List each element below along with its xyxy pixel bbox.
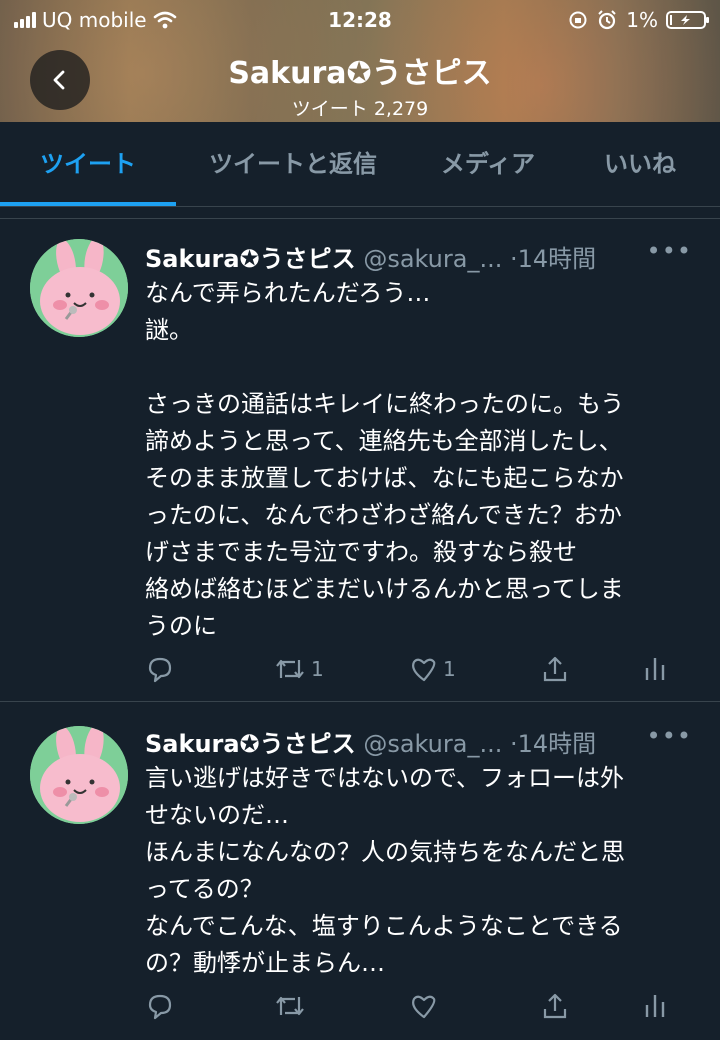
tab-likes[interactable]: いいね	[580, 122, 700, 206]
handle[interactable]: @sakura_...	[363, 730, 502, 758]
status-bar: UQ mobile 12:28 1%	[0, 6, 720, 36]
profile-header: UQ mobile 12:28 1% Sakura✪うさピス ツイート 2,27…	[0, 0, 720, 122]
timestamp[interactable]: ·14時間	[510, 245, 596, 273]
reply-button[interactable]	[145, 649, 179, 689]
profile-title: Sakura✪うさピス ツイート 2,279	[0, 48, 720, 121]
tweet-text: なんで弄られたんだろう… 謎。 さっきの通話はキレイに終わったのに。もう 諦めよ…	[145, 279, 625, 640]
tweet-text: 言い逃げは好きではないので、フォローは外 せないのだ… ほんまになんなの？人の気…	[145, 764, 625, 977]
like-button[interactable]	[409, 986, 443, 1026]
analytics-button[interactable]	[643, 986, 667, 1026]
retweet-button[interactable]	[273, 986, 311, 1026]
reply-icon	[148, 657, 172, 683]
tweet-header: Sakura✪うさピス @sakura_... ·14時間	[145, 239, 690, 274]
tweet-count: ツイート 2,279	[291, 98, 429, 120]
reply-icon	[148, 994, 172, 1020]
analytics-icon	[645, 995, 665, 1017]
share-icon	[543, 656, 567, 682]
tweet[interactable]: Sakura✪うさピス @sakura_... ·14時間 ••• なんで弄られ…	[0, 219, 720, 701]
more-icon[interactable]: •••	[647, 237, 692, 265]
share-icon	[543, 993, 567, 1019]
status-right: 1%	[568, 8, 709, 32]
tweet-actions	[145, 986, 685, 1026]
orientation-lock-icon	[569, 11, 587, 29]
share-button[interactable]	[540, 986, 570, 1026]
more-icon[interactable]: •••	[647, 722, 692, 750]
handle[interactable]: @sakura_...	[363, 245, 502, 273]
battery-percent: 1%	[626, 8, 658, 32]
profile-name: Sakura✪うさピス	[228, 56, 492, 91]
battery-icon	[666, 11, 709, 29]
alarm-icon	[598, 10, 616, 30]
tweet-actions: 1 1	[145, 649, 685, 689]
like-count: 1	[443, 657, 456, 681]
share-button[interactable]	[540, 649, 570, 689]
reply-button[interactable]	[145, 986, 179, 1026]
tab-media[interactable]: メディア	[420, 122, 556, 206]
display-name[interactable]: Sakura✪うさピス	[145, 245, 356, 273]
display-name[interactable]: Sakura✪うさピス	[145, 730, 356, 758]
tweet[interactable]: Sakura✪うさピス @sakura_... ·14時間 ••• 言い逃げは好…	[0, 702, 720, 1040]
retweet-count: 1	[311, 657, 324, 681]
profile-tabs: ツイート ツイートと返信 メディア いいね	[0, 122, 720, 207]
avatar[interactable]	[30, 726, 128, 824]
retweet-icon	[276, 996, 304, 1016]
tab-tweets-and-replies[interactable]: ツイートと返信	[186, 122, 400, 206]
retweet-icon	[276, 659, 304, 679]
like-icon	[412, 995, 436, 1019]
retweet-button[interactable]: 1	[273, 649, 324, 689]
tweet-header: Sakura✪うさピス @sakura_... ·14時間	[145, 724, 690, 759]
analytics-icon	[645, 658, 665, 680]
tab-tweets[interactable]: ツイート	[0, 122, 176, 206]
like-button[interactable]: 1	[409, 649, 456, 689]
like-icon	[412, 658, 436, 682]
analytics-button[interactable]	[643, 649, 667, 689]
timestamp[interactable]: ·14時間	[510, 730, 596, 758]
avatar[interactable]	[30, 239, 128, 337]
